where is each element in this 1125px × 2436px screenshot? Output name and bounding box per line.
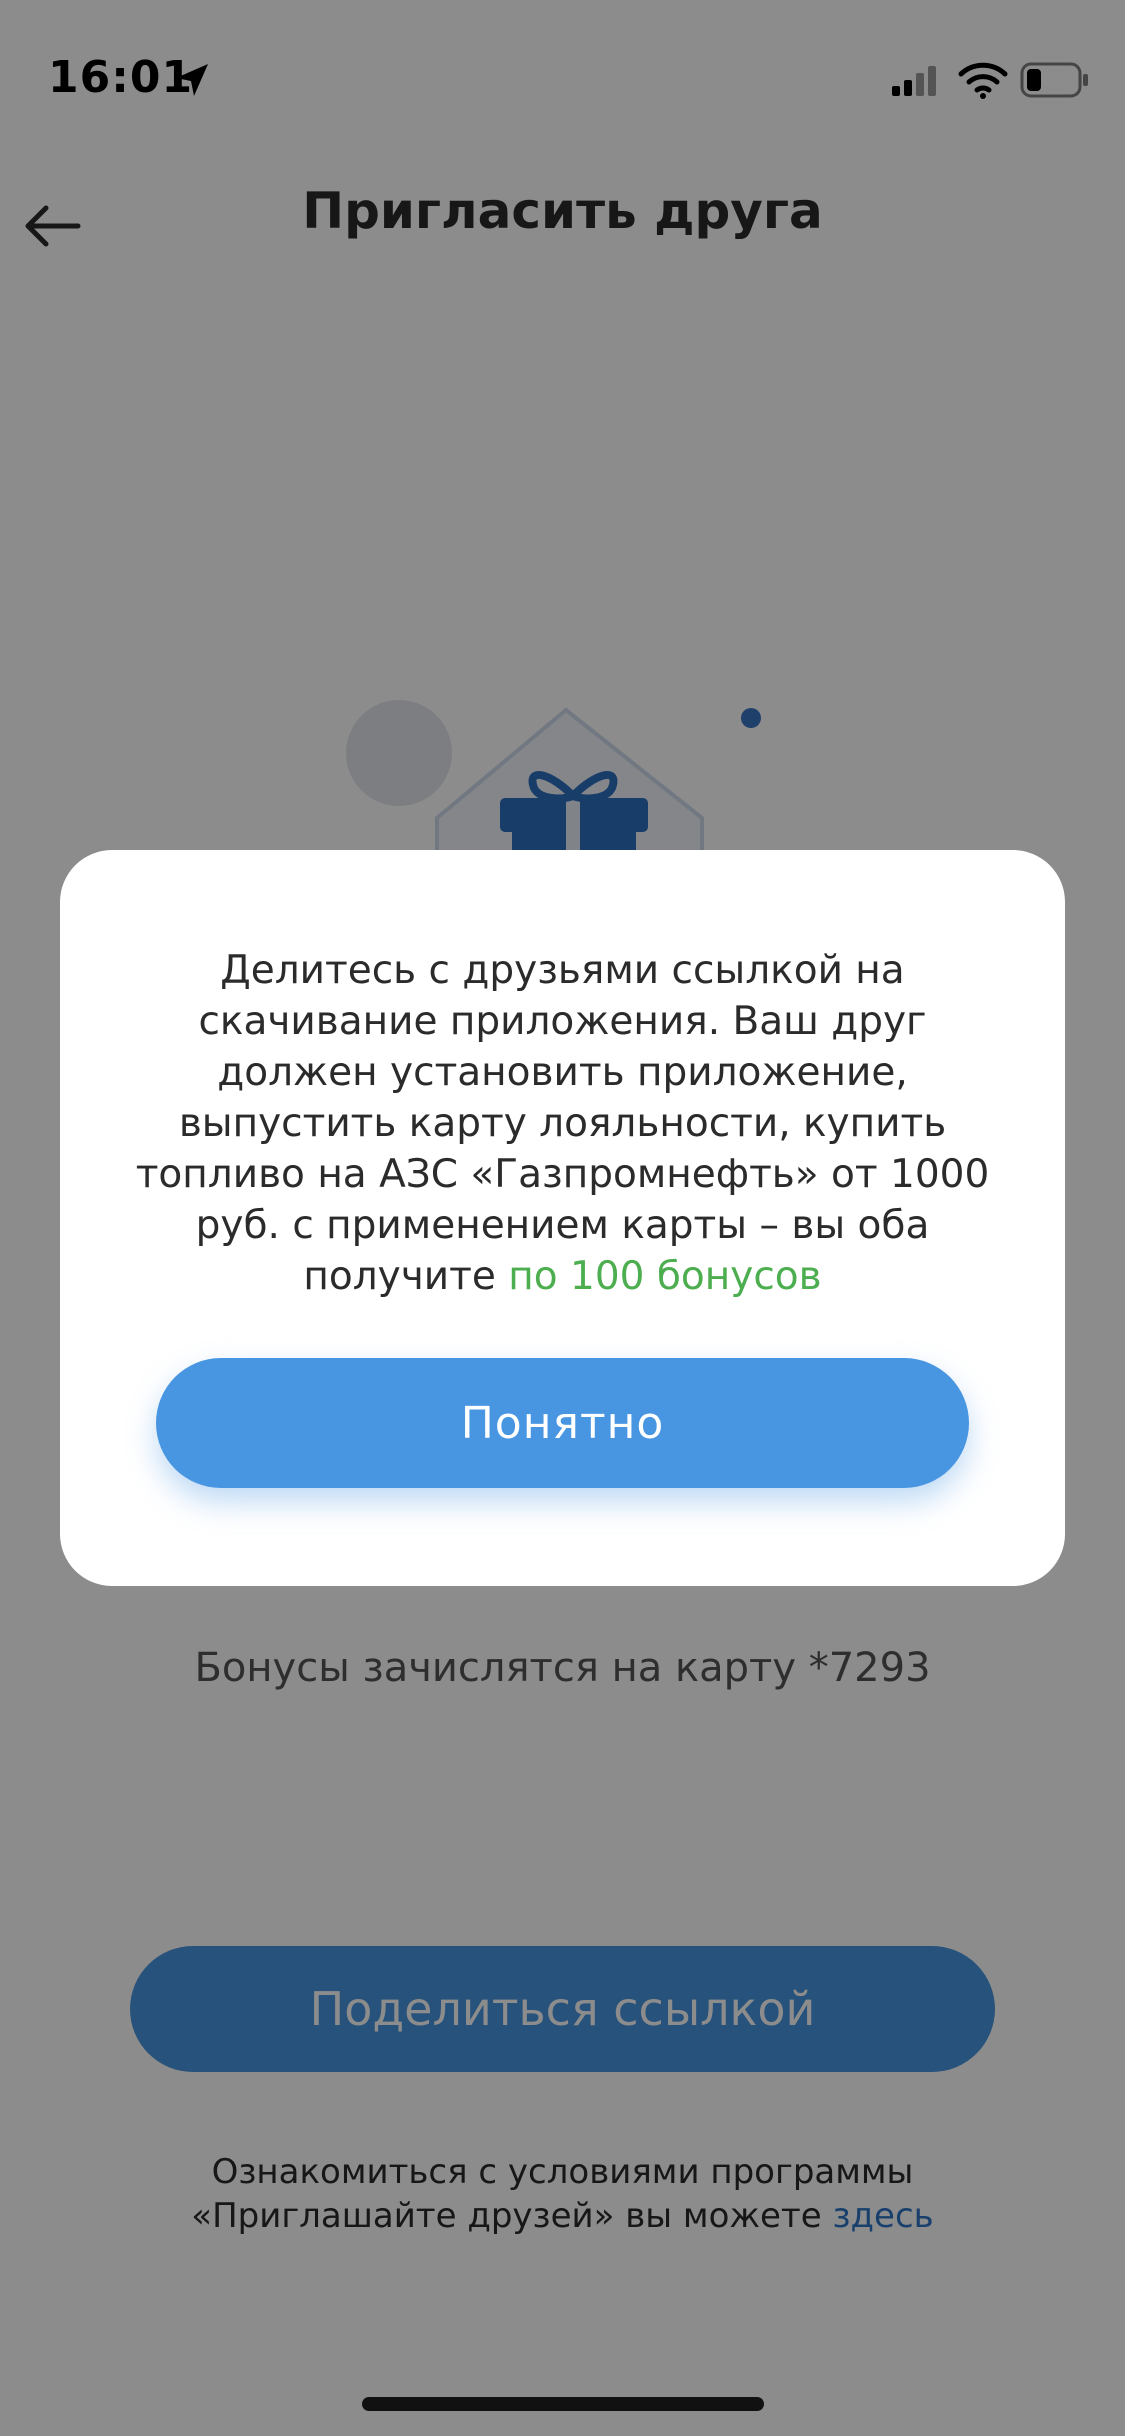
dialog-text: Делитесь с друзьями ссылкой на скачивани…	[135, 948, 990, 1299]
info-dialog: Делитесь с друзьями ссылкой на скачивани…	[60, 850, 1065, 1586]
bonus-highlight: по 100 бонусов	[508, 1254, 822, 1299]
invite-friend-screen: 16:01 Пригласить друга Бонусы зачислятся…	[0, 0, 1125, 2436]
dialog-message: Делитесь с друзьями ссылкой на скачивани…	[130, 945, 995, 1302]
understood-button[interactable]: Понятно	[156, 1358, 969, 1488]
home-indicator	[362, 2397, 764, 2411]
